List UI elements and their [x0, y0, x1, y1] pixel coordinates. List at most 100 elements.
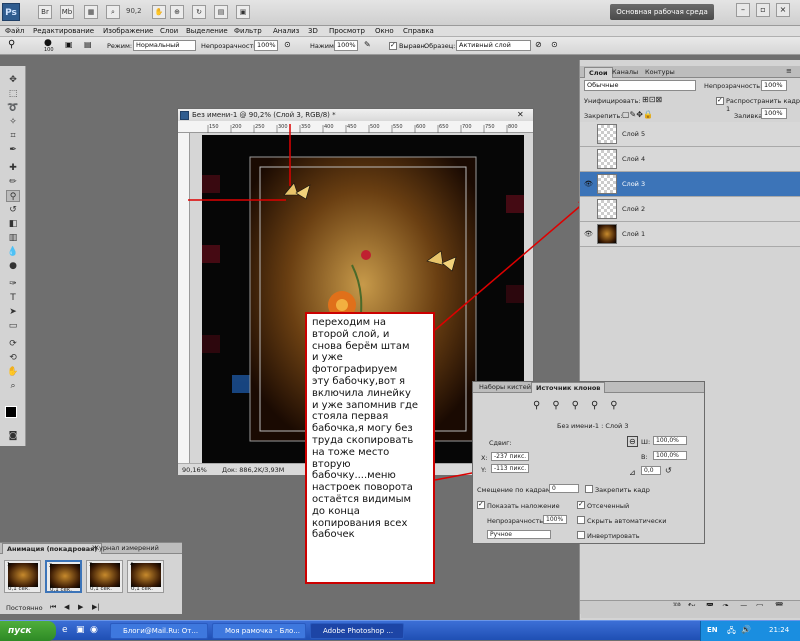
show-overlay-checkbox[interactable]: [477, 500, 485, 509]
aligned-checkbox[interactable]: [389, 41, 397, 50]
pen-tool-icon[interactable]: ✑: [6, 278, 20, 290]
layer-row[interactable]: Слой 4: [580, 147, 800, 172]
zoom-level-icon[interactable]: ⌕: [106, 5, 120, 19]
crop-tool-icon[interactable]: ⌗: [6, 130, 20, 142]
fill-input[interactable]: 100%: [761, 108, 787, 119]
task-photoshop[interactable]: Adobe Photoshop ...: [310, 623, 404, 639]
pressure-input[interactable]: 100%: [334, 40, 358, 51]
ignore-adjustment-icon[interactable]: ⊘: [535, 40, 542, 49]
loop-select[interactable]: Постоянно: [6, 604, 43, 612]
play-icon[interactable]: ▶: [78, 603, 83, 611]
volume-icon[interactable]: 🔊: [741, 625, 751, 634]
opacity-input[interactable]: 100%: [254, 40, 278, 51]
maintain-aspect-icon[interactable]: ⊖: [627, 436, 638, 447]
media-icon[interactable]: ◉: [90, 625, 98, 635]
network-icon[interactable]: 🖧: [727, 625, 736, 639]
frame-delay[interactable]: 0,1 сек.: [90, 586, 112, 592]
hand-tool-icon[interactable]: ✋: [152, 5, 166, 19]
overlay-opacity-input[interactable]: 100%: [543, 515, 567, 524]
visibility-toggle[interactable]: [584, 205, 592, 213]
animation-frame[interactable]: 3 0,1 сек.: [86, 560, 123, 593]
blur-tool-icon[interactable]: 💧: [6, 246, 20, 258]
menu-edit[interactable]: Редактирование: [33, 27, 94, 35]
sample-select[interactable]: Активный слой: [456, 40, 531, 51]
layer-row[interactable]: Слой 5: [580, 122, 800, 147]
brush-panel-icon[interactable]: ▣: [65, 40, 73, 49]
mode-select[interactable]: Нормальный: [133, 40, 196, 51]
tab-brush-presets[interactable]: Наборы кистей: [475, 382, 535, 393]
task-browser-frame[interactable]: Моя рамочка - Бло...: [212, 623, 306, 639]
marquee-tool-icon[interactable]: ⬚: [6, 88, 20, 100]
start-button[interactable]: пуск: [0, 621, 56, 641]
path-selection-tool-icon[interactable]: ➤: [6, 306, 20, 318]
document-title[interactable]: Без имени-1 @ 90,2% (Слой 3, RGB/8) *: [178, 109, 533, 121]
tab-measurement-log[interactable]: Журнал измерений: [88, 543, 163, 554]
visibility-toggle[interactable]: [584, 155, 592, 163]
minimize-icon[interactable]: –: [736, 3, 750, 17]
horizontal-ruler[interactable]: 150 200 250 300 350 400 450 500 550 600 650 700 750 8…: [178, 121, 533, 133]
eraser-tool-icon[interactable]: ◧: [6, 218, 20, 230]
zoom-level[interactable]: 90,2: [126, 7, 142, 15]
tab-clone-source[interactable]: Источник клонов: [531, 382, 606, 393]
move-tool-icon[interactable]: ✥: [6, 74, 20, 86]
angle-input[interactable]: 0,0: [641, 466, 661, 475]
layer-row-selected[interactable]: 👁 Слой 3: [580, 172, 800, 197]
mini-bridge-icon[interactable]: Mb: [60, 5, 74, 19]
offset-y-input[interactable]: -113 пикс.: [491, 464, 529, 473]
eyedropper-tool-icon[interactable]: ✒: [6, 144, 20, 156]
next-frame-icon[interactable]: ▶|: [92, 603, 100, 611]
menu-file[interactable]: Файл: [5, 27, 24, 35]
clone-stamp-tool-icon[interactable]: ⚲: [6, 190, 20, 202]
tab-channels[interactable]: Каналы: [608, 67, 642, 78]
extras-icon[interactable]: ▦: [84, 5, 98, 19]
unify-icons[interactable]: ⊞⊡⊠: [642, 95, 662, 104]
show-desktop-icon[interactable]: ▣: [76, 625, 85, 635]
layer-opacity-input[interactable]: 100%: [761, 80, 787, 91]
arrange-documents-icon[interactable]: ▤: [214, 5, 228, 19]
quick-selection-tool-icon[interactable]: ✧: [6, 116, 20, 128]
type-tool-icon[interactable]: T: [6, 292, 20, 304]
frame-delay[interactable]: 0,1 сек.: [50, 587, 72, 593]
menu-select[interactable]: Выделение: [186, 27, 228, 35]
restore-icon[interactable]: ▫: [756, 3, 770, 17]
animation-frame[interactable]: 4 0,1 сек.: [127, 560, 164, 593]
workspace-button[interactable]: Основная рабочая среда: [610, 4, 714, 20]
zoom-tool-icon[interactable]: ⌕: [6, 380, 20, 392]
clipped-checkbox[interactable]: [577, 500, 585, 509]
menu-3d[interactable]: 3D: [308, 27, 318, 35]
lasso-tool-icon[interactable]: ➰: [6, 102, 20, 114]
frame-delay[interactable]: 0,1 сек.: [131, 586, 153, 592]
frame-offset-input[interactable]: 0: [549, 484, 579, 493]
animation-frame[interactable]: 1 0,1 сек.: [4, 560, 41, 593]
frame-delay[interactable]: 0,1 сек.: [8, 586, 30, 592]
3d-camera-tool-icon[interactable]: ⟲: [6, 352, 20, 364]
tablet-pressure-icon[interactable]: ⊙: [551, 40, 558, 49]
propagate-checkbox[interactable]: [716, 96, 724, 105]
hand-tool-icon[interactable]: ✋: [6, 366, 20, 378]
menu-layers[interactable]: Слои: [160, 27, 178, 35]
healing-brush-tool-icon[interactable]: ✚: [6, 162, 20, 174]
clone-source-icons[interactable]: ⚲⚲⚲⚲⚲: [533, 400, 630, 411]
task-browser-blogs[interactable]: Блоги@Mail.Ru: От...: [110, 623, 208, 639]
offset-x-input[interactable]: -237 пикс.: [491, 452, 529, 461]
dodge-tool-icon[interactable]: ●: [6, 260, 20, 272]
invert-checkbox[interactable]: [577, 531, 585, 539]
reset-transform-icon[interactable]: ↺: [665, 466, 672, 475]
menu-filter[interactable]: Фильтр: [234, 27, 262, 35]
document-close-icon[interactable]: ✕: [517, 110, 524, 119]
lock-frame-checkbox[interactable]: [585, 485, 593, 493]
gradient-tool-icon[interactable]: ▥: [6, 232, 20, 244]
3d-rotate-tool-icon[interactable]: ⟳: [6, 338, 20, 350]
menu-analysis[interactable]: Анализ: [273, 27, 299, 35]
airbrush-icon[interactable]: ✎: [364, 40, 371, 49]
foreground-color-swatch[interactable]: [5, 406, 17, 418]
menu-view[interactable]: Просмотр: [329, 27, 365, 35]
height-input[interactable]: 100,0%: [653, 451, 687, 460]
animation-frame-selected[interactable]: 2 0,1 сек.: [45, 560, 82, 593]
visibility-toggle[interactable]: [584, 130, 592, 138]
clone-source-panel-icon[interactable]: ▤: [84, 40, 92, 49]
menu-image[interactable]: Изображение: [103, 27, 153, 35]
quick-mask-icon[interactable]: ◙: [6, 430, 20, 442]
overlay-blend-select[interactable]: Ручное: [487, 530, 551, 539]
eye-icon[interactable]: 👁: [584, 230, 593, 238]
